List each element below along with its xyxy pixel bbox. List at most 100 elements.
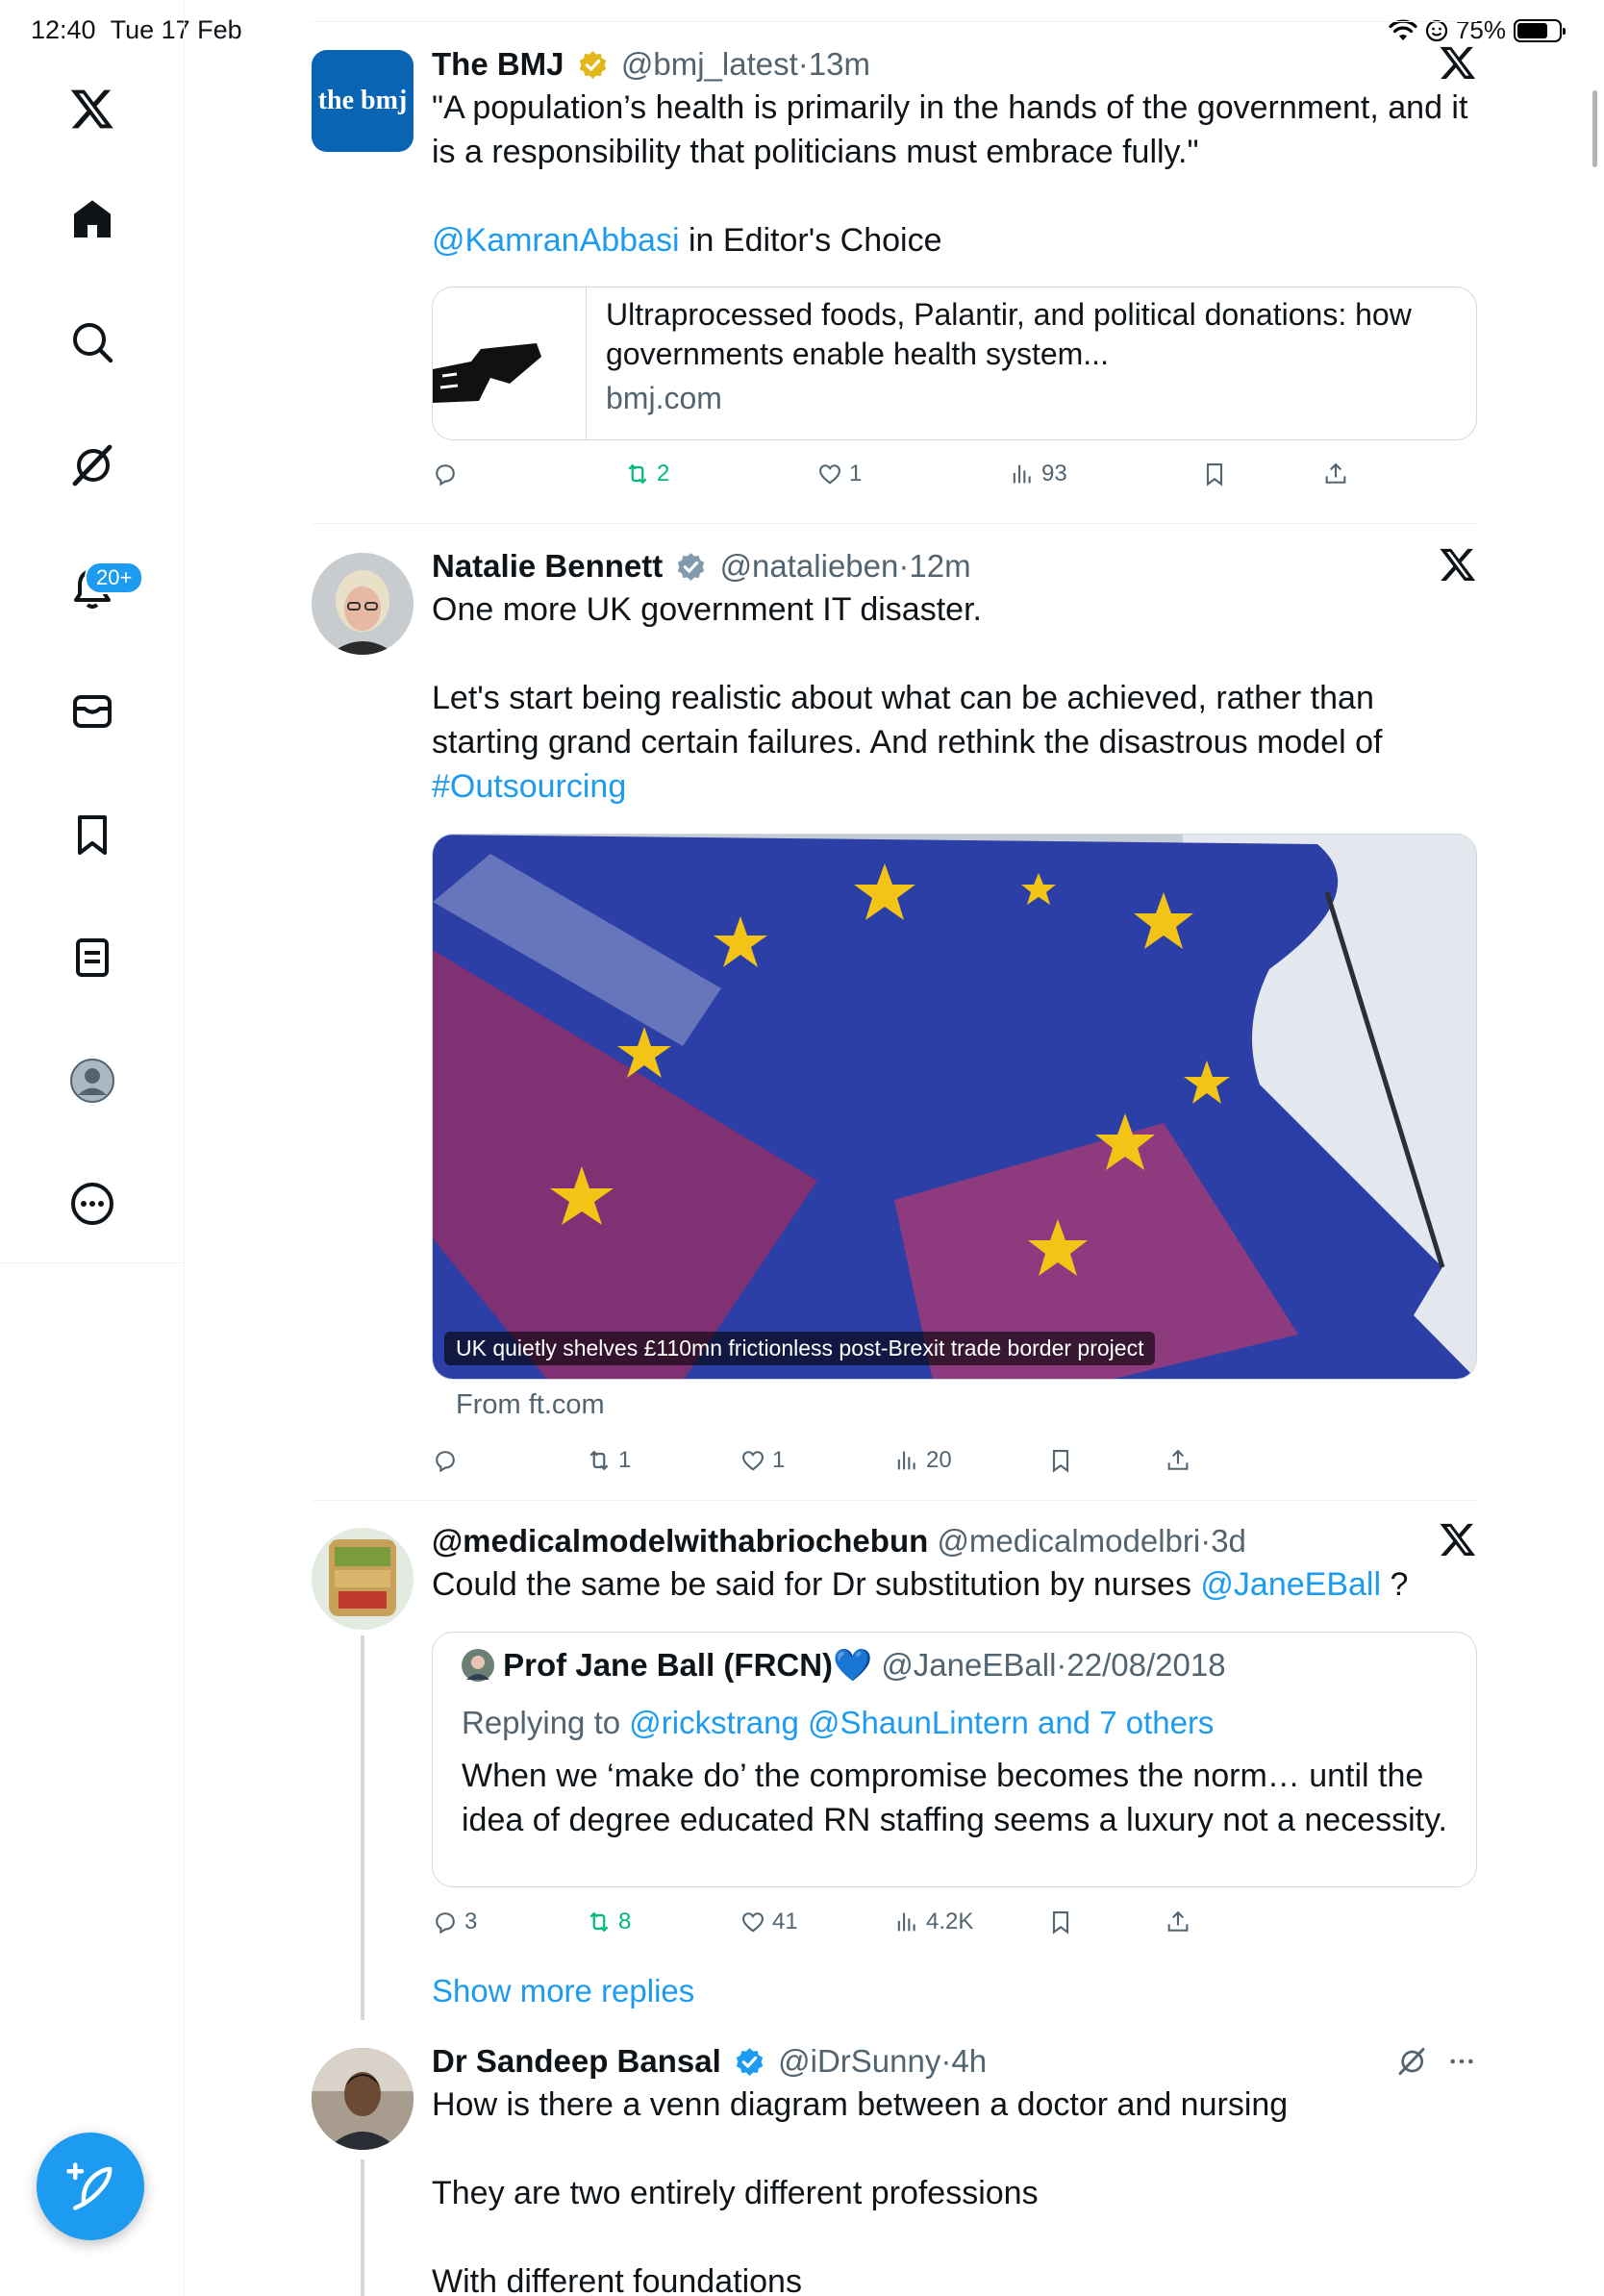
tweet-header: @medicalmodelwithabriochebun @medicalmod… <box>432 1520 1477 1562</box>
timestamp[interactable]: 3d <box>1211 1523 1246 1559</box>
tweet-text-line: "A population’s health is primarily in t… <box>432 89 1468 170</box>
retweet-icon <box>589 1450 609 1471</box>
replying-to-links[interactable]: @rickstrang @ShaunLintern and 7 others <box>629 1705 1214 1740</box>
tweet-actions: 2 1 93 <box>432 461 1374 499</box>
nav-bookmarks[interactable] <box>0 796 185 873</box>
link-source[interactable]: From ft.com <box>456 1389 605 1421</box>
display-name[interactable]: @medicalmodelwithabriochebun <box>432 1523 928 1559</box>
reply-icon <box>436 464 455 487</box>
tweet-header: Dr Sandeep Bansal @iDrSunny·4h <box>432 2040 1477 2083</box>
handle[interactable]: @medicalmodelbri <box>937 1523 1200 1559</box>
display-name[interactable]: The BMJ <box>432 46 564 82</box>
share-icon <box>1167 1910 1189 1932</box>
avatar[interactable] <box>312 1528 414 1630</box>
heart-icon <box>742 1451 764 1471</box>
retweet-icon <box>628 463 647 485</box>
separator-dot: · <box>797 46 809 82</box>
eu-flag-photo <box>433 835 1476 1379</box>
display-name[interactable]: Dr Sandeep Bansal <box>432 2043 721 2079</box>
handle[interactable]: @natalieben <box>720 548 899 584</box>
bookmark-button[interactable] <box>1201 461 1228 487</box>
views-button[interactable]: 4.2K <box>893 1909 973 1935</box>
tweet-text-suffix: in Editor's Choice <box>679 222 942 259</box>
timestamp[interactable]: 13m <box>809 46 870 82</box>
avatar[interactable]: the bmj <box>312 50 414 152</box>
quote-header: Prof Jane Ball (FRCN)💙 @JaneEBall·22/08/… <box>462 1644 1226 1686</box>
show-more-replies-link[interactable]: Show more replies <box>432 1970 694 2012</box>
thread-line <box>361 1635 364 2020</box>
timestamp[interactable]: 4h <box>951 2043 987 2079</box>
handle[interactable]: @bmj_latest <box>621 46 798 82</box>
nav-messages[interactable] <box>0 673 185 750</box>
tweet-divider <box>312 1500 1477 1501</box>
nav-grok[interactable] <box>0 427 185 504</box>
like-button[interactable]: 41 <box>739 1909 798 1935</box>
tweet-sandeep-bansal[interactable]: Dr Sandeep Bansal @iDrSunny·4h How is th… <box>312 2040 1477 2296</box>
reply-button[interactable] <box>432 461 459 487</box>
compose-button[interactable] <box>37 2133 144 2240</box>
tweet-text-line: They are two entirely different professi… <box>432 2175 1039 2211</box>
like-button[interactable]: 1 <box>739 1447 785 1474</box>
media-caption: UK quietly shelves £110mn frictionless p… <box>444 1332 1156 1365</box>
tweet-medicalmodel[interactable]: @medicalmodelwithabriochebun @medicalmod… <box>312 1520 1477 2020</box>
messages-icon <box>73 695 112 728</box>
more-options-icon[interactable] <box>1446 2046 1477 2077</box>
tweet-natalie-bennett[interactable]: Natalie Bennett @natalieben·12m One more… <box>312 545 1477 1501</box>
home-icon <box>74 200 111 237</box>
nav-profile[interactable] <box>0 1042 185 1119</box>
mention-link[interactable]: @KamranAbbasi <box>432 222 680 259</box>
share-button[interactable] <box>1165 1909 1191 1935</box>
sidebar-nav: 20+ <box>0 0 185 2296</box>
heart-icon <box>819 464 840 485</box>
battery-icon <box>1514 18 1566 42</box>
handle[interactable]: @iDrSunny <box>778 2043 940 2079</box>
retweet-button[interactable]: 8 <box>586 1909 631 1935</box>
nav-home[interactable] <box>0 181 185 258</box>
blue-verified-badge-icon <box>736 2048 764 2076</box>
retweet-count: 1 <box>618 1447 632 1473</box>
reply-button[interactable]: 3 <box>432 1909 477 1935</box>
link-card[interactable]: Ultraprocessed foods, Palantir, and poli… <box>432 287 1477 440</box>
share-button[interactable] <box>1322 461 1349 487</box>
views-button[interactable]: 20 <box>893 1447 952 1474</box>
views-button[interactable]: 93 <box>1009 461 1067 487</box>
retweet-button[interactable]: 2 <box>624 461 669 487</box>
grok-explain-icon[interactable] <box>1396 2046 1427 2077</box>
replying-prefix: Replying to <box>462 1705 630 1740</box>
avatar[interactable] <box>312 553 414 655</box>
nav-notifications[interactable]: 20+ <box>0 550 185 627</box>
share-button[interactable] <box>1165 1447 1191 1474</box>
tweet-text: Could the same be said for Dr substituti… <box>432 1562 1477 1607</box>
mention-link[interactable]: @JaneEBall <box>1200 1566 1381 1603</box>
tweet-text: One more UK government IT disaster. Let'… <box>432 587 1477 809</box>
nav-x-logo[interactable] <box>0 70 185 147</box>
retweet-button[interactable]: 1 <box>586 1447 631 1474</box>
like-button[interactable]: 1 <box>816 461 862 487</box>
reply-icon <box>436 1451 455 1473</box>
display-name[interactable]: Natalie Bennett <box>432 548 663 584</box>
x-logo-icon <box>1440 46 1476 79</box>
quote-timestamp: 22/08/2018 <box>1066 1647 1226 1683</box>
reply-button[interactable] <box>432 1447 459 1474</box>
nav-lists[interactable] <box>0 919 185 996</box>
quoted-tweet[interactable]: Prof Jane Ball (FRCN)💙 @JaneEBall·22/08/… <box>432 1632 1477 1887</box>
bookmark-button[interactable] <box>1047 1909 1074 1935</box>
hashtag-link[interactable]: #Outsourcing <box>432 764 1477 809</box>
quote-handle[interactable]: @JaneEBall <box>881 1647 1056 1683</box>
avatar[interactable] <box>312 2048 414 2150</box>
timestamp[interactable]: 12m <box>909 548 970 584</box>
bookmark-button[interactable] <box>1047 1447 1074 1474</box>
media-image[interactable]: UK quietly shelves £110mn frictionless p… <box>432 834 1477 1380</box>
tweet-actions: 1 1 20 <box>432 1447 1374 1485</box>
heart-icon <box>742 1912 764 1933</box>
quote-display-name[interactable]: Prof Jane Ball (FRCN)💙 <box>503 1647 872 1683</box>
nav-more[interactable] <box>0 1165 185 1242</box>
tweet-header: The BMJ @bmj_latest·13m <box>432 43 1477 86</box>
nav-explore[interactable] <box>0 304 185 381</box>
scrollbar[interactable] <box>1592 90 1597 167</box>
views-count: 4.2K <box>926 1909 974 1934</box>
quote-avatar[interactable] <box>462 1649 494 1682</box>
tweet-text: "A population’s health is primarily in t… <box>432 86 1477 262</box>
tweet-bmj[interactable]: the bmj The BMJ @bmj_latest·13m "A popul… <box>312 43 1477 524</box>
profile-icon <box>70 1059 114 1103</box>
